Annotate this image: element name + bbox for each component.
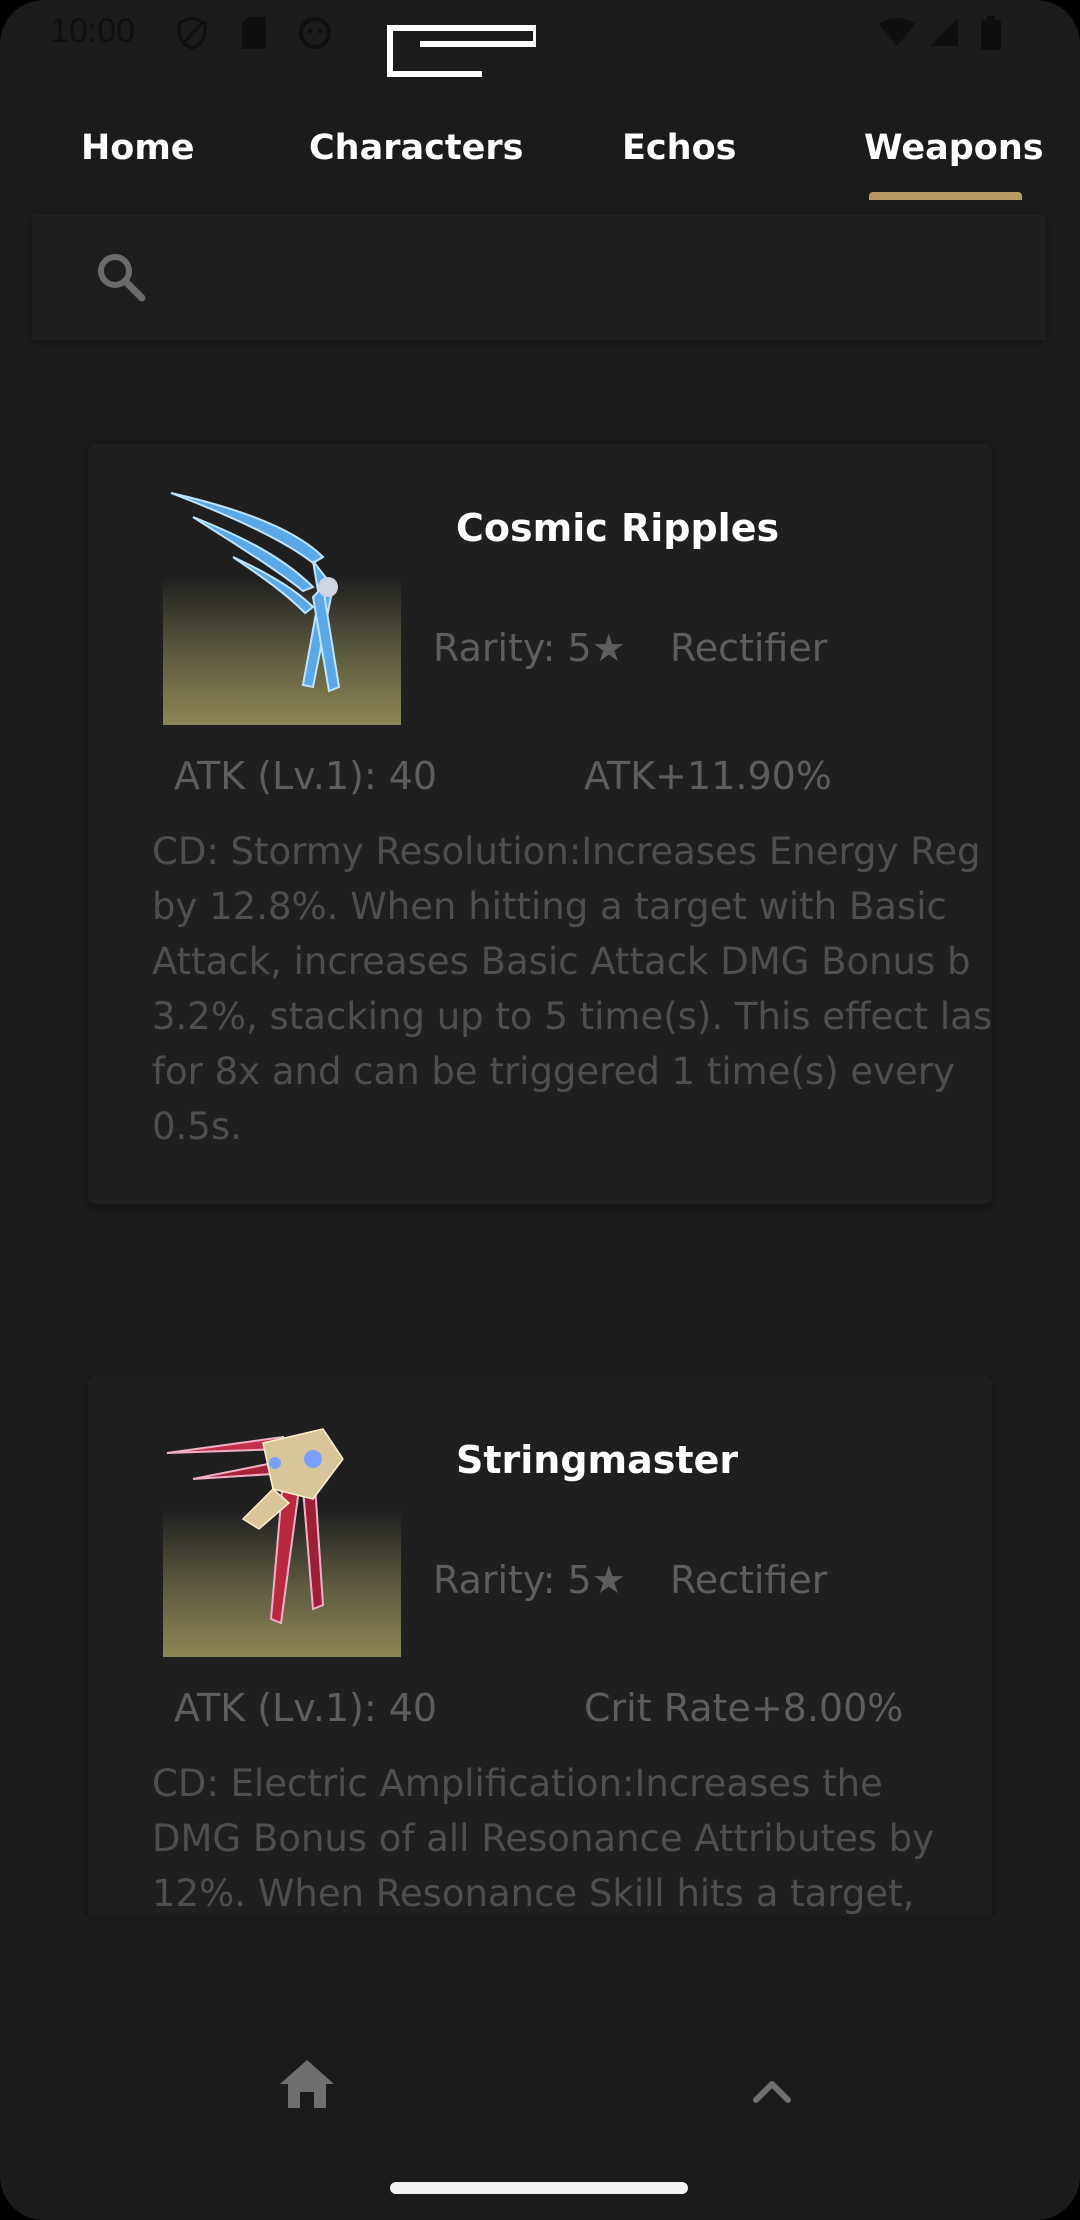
- weapon-description: CD: Stormy Resolution:Increases Energy R…: [152, 830, 992, 1148]
- chevron-up-icon[interactable]: [752, 2078, 792, 2104]
- search-icon[interactable]: [92, 248, 152, 308]
- battery-icon: [981, 16, 1001, 50]
- weapon-image: [163, 1419, 401, 1657]
- status-time: 10:00: [50, 12, 136, 50]
- face-icon: [299, 17, 331, 49]
- weapon-card[interactable]: Stringmaster Rarity: 5★ Rectifier ATK (L…: [88, 1376, 992, 1916]
- tab-weapons[interactable]: Weapons: [864, 128, 1044, 168]
- weapon-name: Cosmic Ripples: [456, 506, 780, 550]
- weapon-list[interactable]: Cosmic Ripples Rarity: 5★ Rectifier ATK …: [0, 360, 1080, 1916]
- app-screen: 10:00 Home Characters Echos Weapons Cosm…: [0, 0, 1080, 2220]
- tab-echos[interactable]: Echos: [622, 128, 736, 168]
- weapon-base-atk: ATK (Lv.1): 40: [174, 754, 438, 798]
- weapon-type: Rectifier: [670, 1558, 828, 1602]
- tab-characters[interactable]: Characters: [309, 128, 523, 168]
- wifi-icon: [879, 18, 915, 46]
- weapon-type: Rectifier: [670, 626, 828, 670]
- search-input[interactable]: [172, 234, 1012, 320]
- home-icon[interactable]: [278, 2058, 336, 2110]
- gesture-nav-handle[interactable]: [390, 2182, 688, 2194]
- sd-card-icon: [242, 17, 266, 49]
- weapon-card[interactable]: Cosmic Ripples Rarity: 5★ Rectifier ATK …: [88, 444, 992, 1204]
- weapon-substat: Crit Rate+8.00%: [584, 1686, 904, 1730]
- selected-tab-indicator: [869, 192, 1022, 200]
- shield-icon: [177, 16, 207, 50]
- weapon-rarity: Rarity: 5★: [433, 626, 626, 670]
- weapon-base-atk: ATK (Lv.1): 40: [174, 1686, 438, 1730]
- weapon-description: CD: Electric Amplification:Increases the…: [152, 1762, 935, 1915]
- weapon-substat: ATK+11.90%: [584, 754, 832, 798]
- weapon-image: [163, 487, 401, 725]
- weapon-name: Stringmaster: [456, 1438, 739, 1482]
- status-bar: 10:00: [0, 0, 1080, 77]
- search-bar: [32, 214, 1046, 340]
- tab-bar: Home Characters Echos Weapons: [0, 120, 1080, 202]
- tab-home[interactable]: Home: [81, 128, 195, 168]
- weapon-rarity: Rarity: 5★: [433, 1558, 626, 1602]
- signal-icon: [930, 18, 958, 46]
- app-logo: [387, 25, 536, 77]
